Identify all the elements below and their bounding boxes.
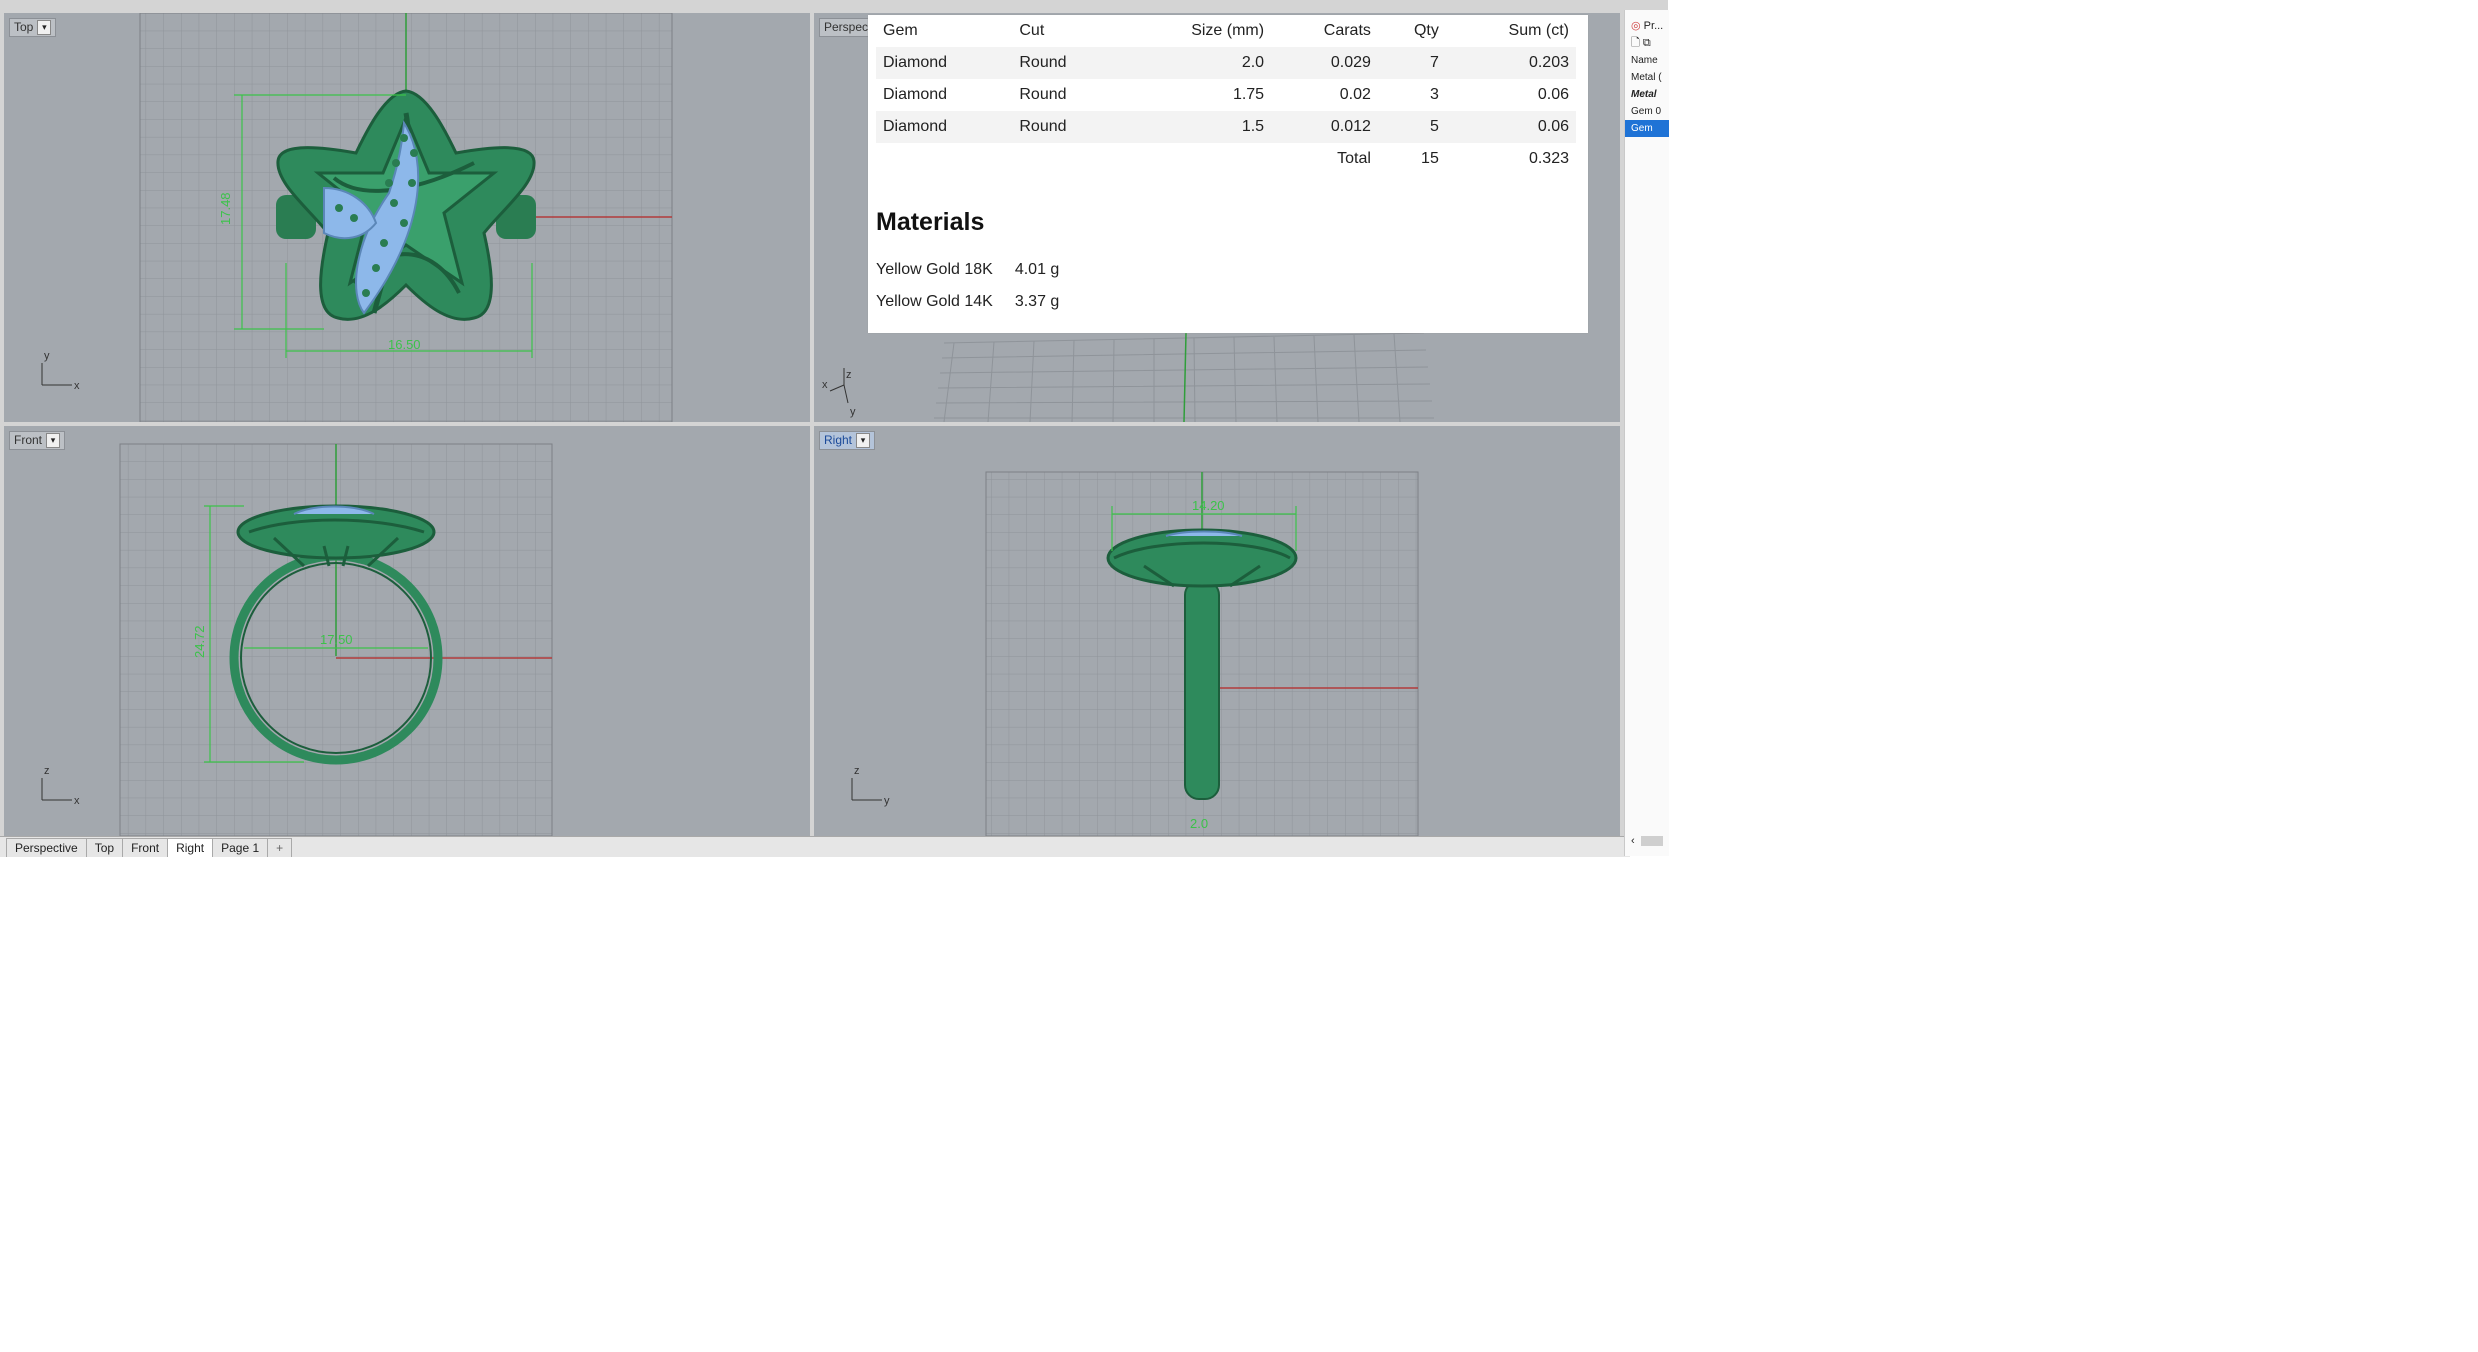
top-axis-x: x [74,380,80,392]
add-tab-button[interactable]: + [267,838,293,857]
gem-table: Gem Cut Size (mm) Carats Qty Sum (ct) Di… [876,15,1576,175]
list-item[interactable]: Metal ( [1625,69,1669,86]
panel-header-name: Name [1631,55,1658,66]
col-gem: Gem [883,22,918,39]
viewport-label-top[interactable]: Top ▾ [9,18,57,37]
tab-right[interactable]: Right [167,838,214,857]
total-row: Total 15 0.323 [876,143,1576,175]
material-row: Yellow Gold 14K 3.37 g [876,293,1059,311]
cell-gem: Diamond [883,86,948,103]
cell-cut: Round [1019,118,1067,135]
viewport-tabbar: Perspective Top Front Right Page 1 + [0,836,1630,857]
col-sum: Sum (ct) [1508,22,1569,39]
total-sum: 0.323 [1528,150,1569,167]
persp-axis-x: x [822,379,828,391]
total-qty: 15 [1421,150,1439,167]
front-axis-z: z [44,765,50,777]
front-axis-x: x [74,795,80,807]
tab-front[interactable]: Front [122,838,169,857]
persp-axis-z: z [846,369,852,381]
material-row: Yellow Gold 18K 4.01 g [876,261,1059,279]
material-name: Yellow Gold 14K [876,293,993,310]
panel-scrollbar[interactable]: ‹ [1625,834,1669,848]
viewport-label-front-text: Front [14,433,43,447]
panel-toolbar: 🗋 ⧉ [1625,35,1669,52]
table-row: Diamond Round 1.5 0.012 5 0.06 [876,111,1576,143]
viewport-label-right-text: Right [824,433,853,447]
front-dim-inner: 17.50 [320,632,353,647]
table-row: Diamond Round 2.0 0.029 7 0.203 [876,47,1576,79]
chevron-down-icon[interactable]: ▾ [46,433,61,448]
viewport-label-right[interactable]: Right ▾ [819,431,876,450]
front-axis-widget [41,778,72,801]
right-dim-band: 2.0 [1190,816,1208,831]
table-row: Diamond Round 1.75 0.02 3 0.06 [876,79,1576,111]
properties-icon: ◎ [1631,20,1641,32]
viewport-top[interactable]: 17.48 16.50 y x Top ▾ [4,13,810,422]
viewport-front[interactable]: 24.72 17.50 z x Front ▾ [4,426,810,836]
cell-carats: 0.02 [1339,86,1371,103]
top-axis-widget [41,363,72,386]
top-axis-y: y [44,350,50,362]
front-dim-height: 24.72 [192,625,207,658]
properties-tab-label: Pr... [1643,20,1664,32]
front-view-canvas: 24.72 17.50 z x [41,443,553,836]
cell-sum: 0.06 [1537,86,1569,103]
viewport-label-front[interactable]: Front ▾ [9,431,66,450]
tab-perspective[interactable]: Perspective [6,838,87,857]
right-axis-y: y [884,795,890,807]
viewport-label-top-text: Top [14,20,34,34]
cell-qty: 7 [1429,54,1439,71]
persp-axis-y: y [850,406,856,418]
total-label: Total [1337,150,1371,167]
scrollbar-thumb[interactable] [1640,836,1663,846]
material-weight: 4.01 g [1014,261,1060,278]
list-item[interactable]: Gem 0 [1625,103,1669,120]
cell-carats: 0.012 [1330,118,1371,135]
cell-sum: 0.203 [1528,54,1569,71]
cell-size: 1.75 [1232,86,1265,103]
copy-icon[interactable]: ⧉ [1643,37,1651,49]
cell-size: 1.5 [1241,118,1265,135]
material-weight: 3.37 g [1014,293,1060,310]
right-view-canvas: 14.20 2.0 z y [851,471,1419,836]
col-size: Size (mm) [1191,22,1265,39]
cell-gem: Diamond [883,118,948,135]
cell-cut: Round [1019,86,1067,103]
cell-gem: Diamond [883,54,948,71]
cell-size: 2.0 [1241,54,1265,71]
col-qty: Qty [1413,22,1439,39]
right-axis-z: z [854,765,860,777]
cell-qty: 3 [1429,86,1439,103]
rhino-window: 17.48 16.50 y x Top ▾ x z y Perspect 24.… [0,0,1669,857]
gem-report-panel: Gem Cut Size (mm) Carats Qty Sum (ct) Di… [868,15,1588,333]
gem-table-header: Gem Cut Size (mm) Carats Qty Sum (ct) [876,15,1576,47]
new-layer-icon[interactable]: 🗋 [1631,37,1640,49]
properties-tab[interactable]: ◎ Pr... [1625,18,1669,35]
material-name: Yellow Gold 18K [876,261,993,278]
chevron-down-icon[interactable]: ▾ [37,20,52,35]
top-view-canvas: 17.48 16.50 y x [41,13,673,422]
list-item-selected[interactable]: Gem [1625,120,1669,137]
col-carats: Carats [1323,22,1371,39]
col-cut: Cut [1019,22,1045,39]
cell-cut: Round [1019,54,1067,71]
right-axis-widget [851,778,882,801]
tab-page-1[interactable]: Page 1 [212,838,269,857]
cell-sum: 0.06 [1537,118,1569,135]
properties-panel: ◎ Pr... 🗋 ⧉ Name Metal ( Metal Gem 0 Gem… [1624,10,1669,856]
viewport-right[interactable]: 14.20 2.0 z y Right ▾ [814,426,1620,836]
tab-top[interactable]: Top [85,838,124,857]
right-dim-width: 14.20 [1192,498,1225,513]
materials-title: Materials [876,208,985,236]
top-dim-height: 17.48 [218,192,233,225]
viewport-label-perspective-text: Perspect [824,20,872,34]
list-item[interactable]: Metal [1625,86,1669,103]
top-dim-width: 16.50 [388,337,421,352]
chevron-left-icon[interactable]: ‹ [1625,835,1641,847]
cell-qty: 5 [1429,118,1439,135]
cell-carats: 0.029 [1330,54,1371,71]
chevron-down-icon[interactable]: ▾ [856,433,871,448]
